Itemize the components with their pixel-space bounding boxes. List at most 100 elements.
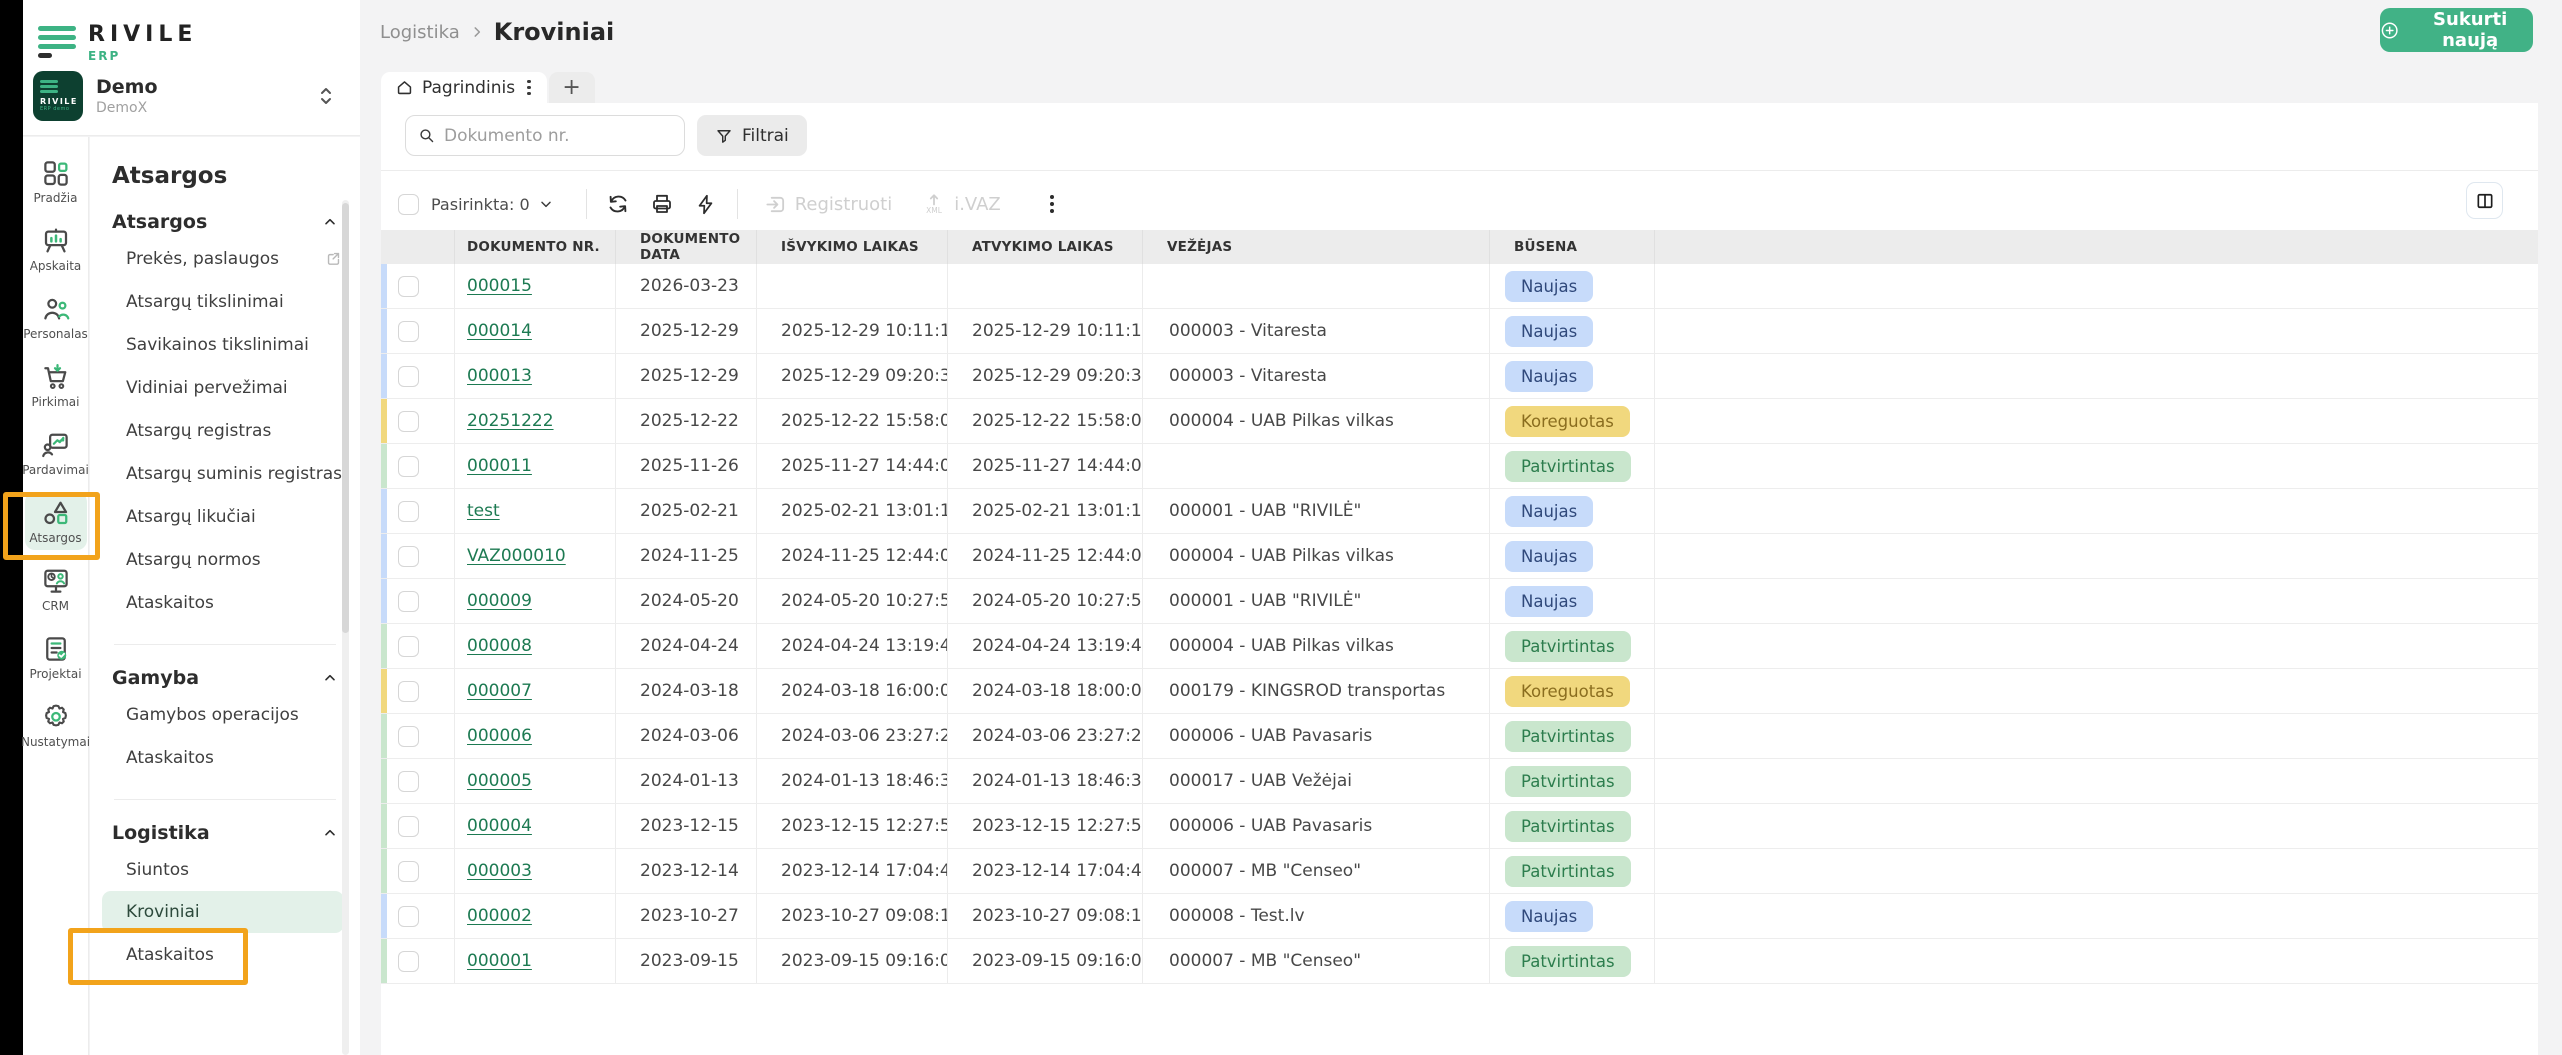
rail-item-pradžia[interactable]: Pradžia: [25, 152, 87, 210]
header-cell[interactable]: Atvykimo laikas: [948, 230, 1143, 266]
document-link[interactable]: 000004: [467, 816, 532, 836]
sidebar-item-atsargų-likučiai[interactable]: Atsargų likučiai: [90, 495, 360, 538]
refresh-button[interactable]: [601, 187, 635, 221]
table-row[interactable]: 000005 2024-01-13 2024-01-13 18:46:38 20…: [381, 759, 2538, 804]
search-input[interactable]: [444, 125, 672, 146]
header-cell[interactable]: Išvykimo laikas: [757, 230, 948, 266]
section-header-logistika[interactable]: Logistika: [112, 822, 338, 844]
sidebar-item-kroviniai[interactable]: Kroviniai: [102, 891, 344, 933]
sidebar-scrollbar[interactable]: [342, 200, 349, 1055]
table-row[interactable]: 000013 2025-12-29 2025-12-29 09:20:35 20…: [381, 354, 2538, 399]
create-new-button[interactable]: Sukurti naują: [2380, 8, 2533, 52]
document-link[interactable]: 000014: [467, 321, 532, 341]
row-checkbox[interactable]: [398, 455, 419, 477]
print-button[interactable]: [645, 187, 679, 221]
sidebar-item-gamybos-operacijos[interactable]: Gamybos operacijos: [90, 693, 360, 736]
unfold-icon[interactable]: [317, 85, 335, 107]
row-checkbox[interactable]: [398, 365, 419, 387]
sidebar-item-savikainos-tikslinimai[interactable]: Savikainos tikslinimai: [90, 323, 360, 366]
document-link[interactable]: 000008: [467, 636, 532, 656]
sidebar-item-ataskaitos[interactable]: Ataskaitos: [90, 581, 360, 624]
document-link[interactable]: 000007: [467, 681, 532, 701]
document-link[interactable]: 000013: [467, 366, 532, 386]
register-button[interactable]: Registruoti: [764, 193, 892, 216]
workspace-selector[interactable]: RIVILE ERP demo Demo DemoX: [33, 70, 353, 122]
section-header-atsargos[interactable]: Atsargos: [112, 211, 338, 233]
rail-item-crm[interactable]: CRM: [25, 560, 87, 618]
sidebar-item-ataskaitos[interactable]: Ataskaitos: [90, 736, 360, 779]
ivaz-button[interactable]: XML i.VAZ: [922, 192, 1000, 216]
table-row[interactable]: 000002 2023-10-27 2023-10-27 09:08:11 20…: [381, 894, 2538, 939]
row-checkbox[interactable]: [398, 410, 419, 432]
rail-item-personalas[interactable]: Personalas: [23, 288, 88, 346]
document-link[interactable]: 000006: [467, 726, 532, 746]
table-row[interactable]: 000008 2024-04-24 2024-04-24 13:19:42 20…: [381, 624, 2538, 669]
document-link[interactable]: 000009: [467, 591, 532, 611]
column-settings-button[interactable]: [2466, 182, 2503, 219]
row-checkbox[interactable]: [398, 320, 419, 342]
section-header-gamyba[interactable]: Gamyba: [112, 667, 338, 689]
row-checkbox[interactable]: [398, 725, 419, 747]
row-checkbox[interactable]: [398, 275, 419, 297]
document-link[interactable]: 20251222: [467, 411, 554, 431]
table-row[interactable]: 000015 2026-03-23 Naujas: [381, 264, 2538, 309]
rail-item-atsargos[interactable]: Atsargos: [24, 492, 87, 550]
table-row[interactable]: 000011 2025-11-26 2025-11-27 14:44:02 20…: [381, 444, 2538, 489]
sidebar-item-atsargų-suminis-registras[interactable]: Atsargų suminis registras: [90, 452, 360, 495]
row-checkbox[interactable]: [398, 500, 419, 522]
header-cell[interactable]: Vežėjas: [1143, 230, 1490, 266]
table-row[interactable]: 000006 2024-03-06 2024-03-06 23:27:23 20…: [381, 714, 2538, 759]
sidebar-item-prekės-paslaugos[interactable]: Prekės, paslaugos: [90, 237, 360, 280]
document-link[interactable]: 000015: [467, 276, 532, 296]
add-tab-button[interactable]: +: [548, 72, 595, 103]
table-row[interactable]: test 2025-02-21 2025-02-21 13:01:17 2025…: [381, 489, 2538, 534]
table-row[interactable]: 000009 2024-05-20 2024-05-20 10:27:58 20…: [381, 579, 2538, 624]
tab-menu-icon[interactable]: [525, 78, 533, 98]
sidebar-item-ataskaitos[interactable]: Ataskaitos: [90, 933, 360, 976]
table-row[interactable]: 000004 2023-12-15 2023-12-15 12:27:58 20…: [381, 804, 2538, 849]
rail-item-pirkimai[interactable]: Pirkimai: [25, 356, 87, 414]
rail-item-projektai[interactable]: Projektai: [25, 628, 87, 686]
sidebar-item-siuntos[interactable]: Siuntos: [90, 848, 360, 891]
select-all-checkbox[interactable]: [398, 193, 419, 215]
table-row[interactable]: 20251222 2025-12-22 2025-12-22 15:58:06 …: [381, 399, 2538, 444]
document-link[interactable]: 000005: [467, 771, 532, 791]
row-checkbox[interactable]: [398, 815, 419, 837]
row-checkbox[interactable]: [398, 905, 419, 927]
table-row[interactable]: 000014 2025-12-29 2025-12-29 10:11:17 20…: [381, 309, 2538, 354]
sidebar-item-atsargų-normos[interactable]: Atsargų normos: [90, 538, 360, 581]
breadcrumb-parent[interactable]: Logistika: [380, 22, 460, 43]
row-checkbox[interactable]: [398, 950, 419, 972]
document-link[interactable]: 000002: [467, 906, 532, 926]
row-checkbox[interactable]: [398, 545, 419, 567]
sidebar-item-atsargų-tikslinimai[interactable]: Atsargų tikslinimai: [90, 280, 360, 323]
row-checkbox[interactable]: [398, 680, 419, 702]
table-row[interactable]: VAZ000010 2024-11-25 2024-11-25 12:44:04…: [381, 534, 2538, 579]
row-checkbox[interactable]: [398, 590, 419, 612]
rail-item-pardavimai[interactable]: Pardavimai: [22, 424, 89, 482]
header-cell[interactable]: Dokumento nr.: [455, 230, 616, 266]
rail-item-apskaita[interactable]: Apskaita: [25, 220, 87, 278]
more-options-button[interactable]: [1035, 187, 1069, 221]
row-checkbox[interactable]: [398, 635, 419, 657]
document-link[interactable]: 000001: [467, 951, 532, 971]
sidebar-item-atsargų-registras[interactable]: Atsargų registras: [90, 409, 360, 452]
table-row[interactable]: 000003 2023-12-14 2023-12-14 17:04:47 20…: [381, 849, 2538, 894]
document-link[interactable]: 000003: [467, 861, 532, 881]
lightning-button[interactable]: [689, 187, 723, 221]
table-row[interactable]: 000007 2024-03-18 2024-03-18 16:00:02 20…: [381, 669, 2538, 714]
document-link[interactable]: VAZ000010: [467, 546, 566, 566]
selected-count-label[interactable]: Pasirinkta: 0: [431, 195, 530, 214]
tab-pagrindinis[interactable]: Pagrindinis: [381, 72, 547, 103]
header-cell[interactable]: Būsena: [1490, 230, 1655, 266]
rail-item-nustatymai[interactable]: Nustatymai: [21, 696, 90, 754]
document-link[interactable]: 000011: [467, 456, 532, 476]
chevron-down-icon[interactable]: [538, 196, 554, 212]
row-checkbox[interactable]: [398, 770, 419, 792]
sidebar-item-vidiniai-pervežimai[interactable]: Vidiniai pervežimai: [90, 366, 360, 409]
filter-button[interactable]: Filtrai: [697, 115, 807, 156]
header-cell[interactable]: Dokumento data: [616, 230, 757, 266]
document-link[interactable]: test: [467, 501, 500, 521]
row-checkbox[interactable]: [398, 860, 419, 882]
table-row[interactable]: 000001 2023-09-15 2023-09-15 09:16:09 20…: [381, 939, 2538, 984]
